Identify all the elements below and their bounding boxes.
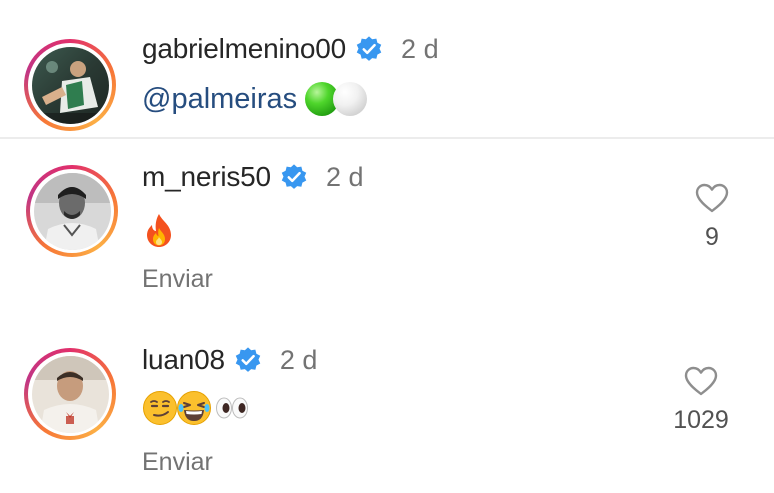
- portrait-avatar-image: [31, 355, 109, 433]
- fire-emoji: [142, 212, 176, 253]
- avatar[interactable]: [31, 355, 109, 433]
- comments-list: gabrielmenino00 2 d @palmeiras m_neris50…: [0, 0, 774, 493]
- heart-icon[interactable]: [656, 366, 746, 396]
- username[interactable]: luan08: [142, 344, 225, 376]
- comment-text: @palmeiras: [142, 82, 368, 116]
- like-count[interactable]: 9: [667, 223, 757, 252]
- username[interactable]: m_neris50: [142, 161, 271, 193]
- story-ring[interactable]: [24, 348, 116, 440]
- timestamp: 2 d: [325, 161, 364, 192]
- soccer-player-avatar-image: [31, 46, 109, 124]
- username[interactable]: gabrielmenino00: [142, 33, 346, 65]
- smirking-face-emoji: [142, 390, 178, 431]
- like-control: 9: [667, 183, 757, 252]
- comment-text: [142, 390, 250, 431]
- comment-item: m_neris50 2 d Enviar 9: [0, 140, 774, 320]
- comment-item: luan08 2 d Enviar 1029: [0, 326, 774, 493]
- comment-text: [142, 212, 176, 253]
- verified-badge-icon: [355, 35, 383, 63]
- bw-portrait-avatar-image: [33, 172, 111, 250]
- verified-badge-icon: [280, 163, 308, 191]
- comment-header: gabrielmenino00 2 d: [142, 32, 439, 66]
- send-button[interactable]: Enviar: [142, 265, 213, 294]
- laughing-face-emoji: [176, 390, 212, 431]
- like-control: 1029: [656, 366, 746, 435]
- comment-header: m_neris50 2 d: [142, 160, 363, 194]
- comment-header: luan08 2 d: [142, 343, 317, 377]
- mention-link[interactable]: @palmeiras: [142, 83, 297, 116]
- divider: [0, 137, 774, 139]
- avatar[interactable]: [31, 46, 109, 124]
- eyes-emoji: [214, 397, 250, 424]
- story-ring[interactable]: [24, 39, 116, 131]
- timestamp: 2 d: [401, 33, 439, 64]
- like-count[interactable]: 1029: [656, 406, 746, 435]
- avatar[interactable]: [33, 172, 111, 250]
- story-ring[interactable]: [26, 165, 118, 257]
- heart-icon[interactable]: [667, 183, 757, 213]
- send-button[interactable]: Enviar: [142, 448, 213, 477]
- white-ball-emoji: [333, 82, 368, 116]
- verified-badge-icon: [234, 346, 262, 374]
- timestamp: 2 d: [279, 344, 318, 375]
- comment-item: gabrielmenino00 2 d @palmeiras: [0, 0, 774, 138]
